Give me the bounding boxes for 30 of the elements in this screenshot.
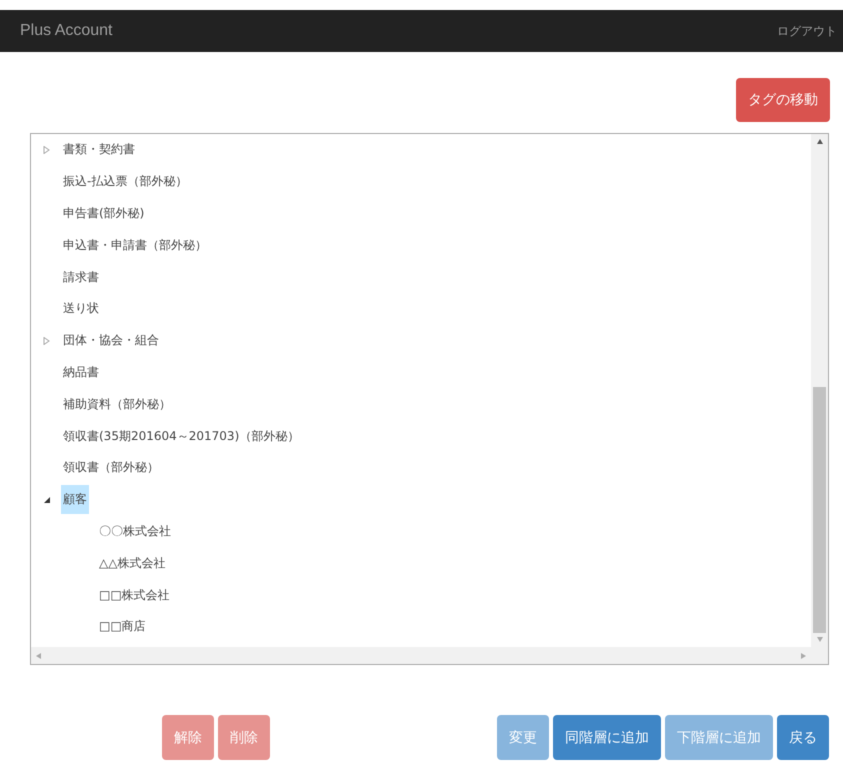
action-button[interactable]: 戻る bbox=[777, 715, 829, 760]
tree-item[interactable]: 団体・協会・組合 bbox=[61, 326, 161, 356]
tree-item[interactable]: 振込-払込票（部外秘） bbox=[61, 167, 190, 196]
scroll-right-arrow-icon[interactable] bbox=[801, 652, 806, 658]
tree-item[interactable]: 顧客 bbox=[61, 485, 89, 514]
tree-item[interactable]: 書類・契約書 bbox=[61, 135, 137, 164]
collapsed-triangle-icon[interactable] bbox=[43, 336, 51, 345]
tree-item[interactable]: 申告書(部外秘) bbox=[61, 198, 146, 228]
app-title: Plus Account bbox=[20, 22, 112, 40]
tree-item[interactable]: 補助資料（部外秘） bbox=[61, 390, 173, 419]
move-tag-button[interactable]: タグの移動 bbox=[736, 78, 830, 122]
tree-item[interactable]: 納品書 bbox=[61, 358, 101, 387]
scroll-down-arrow-icon[interactable] bbox=[816, 637, 822, 642]
tree-item[interactable]: 〇〇株式会社 bbox=[97, 516, 173, 546]
expanded-triangle-icon[interactable] bbox=[43, 496, 51, 504]
logout-link[interactable]: ログアウト bbox=[777, 22, 837, 40]
tree-item[interactable]: □□商店 bbox=[97, 612, 148, 642]
tree-item[interactable]: △△株式会社 bbox=[97, 548, 168, 578]
action-button[interactable]: 同階層に追加 bbox=[553, 715, 661, 760]
vertical-scrollbar[interactable] bbox=[811, 134, 828, 647]
tree-item[interactable]: 送り状 bbox=[61, 294, 101, 324]
horizontal-scrollbar[interactable] bbox=[31, 647, 828, 664]
collapsed-triangle-icon[interactable] bbox=[43, 146, 51, 154]
tree-item[interactable]: 申込書・申請書（部外秘） bbox=[61, 230, 209, 260]
tree-item[interactable]: □□株式会社 bbox=[97, 580, 172, 610]
scroll-left-arrow-icon[interactable] bbox=[36, 652, 41, 658]
tree-item[interactable]: 請求書 bbox=[61, 262, 101, 292]
tree-item[interactable]: 領収書（部外秘） bbox=[61, 453, 161, 482]
scroll-up-arrow-icon[interactable] bbox=[816, 139, 822, 144]
tree-item[interactable]: 領収書(35期201604～201703)（部外秘） bbox=[61, 422, 302, 451]
